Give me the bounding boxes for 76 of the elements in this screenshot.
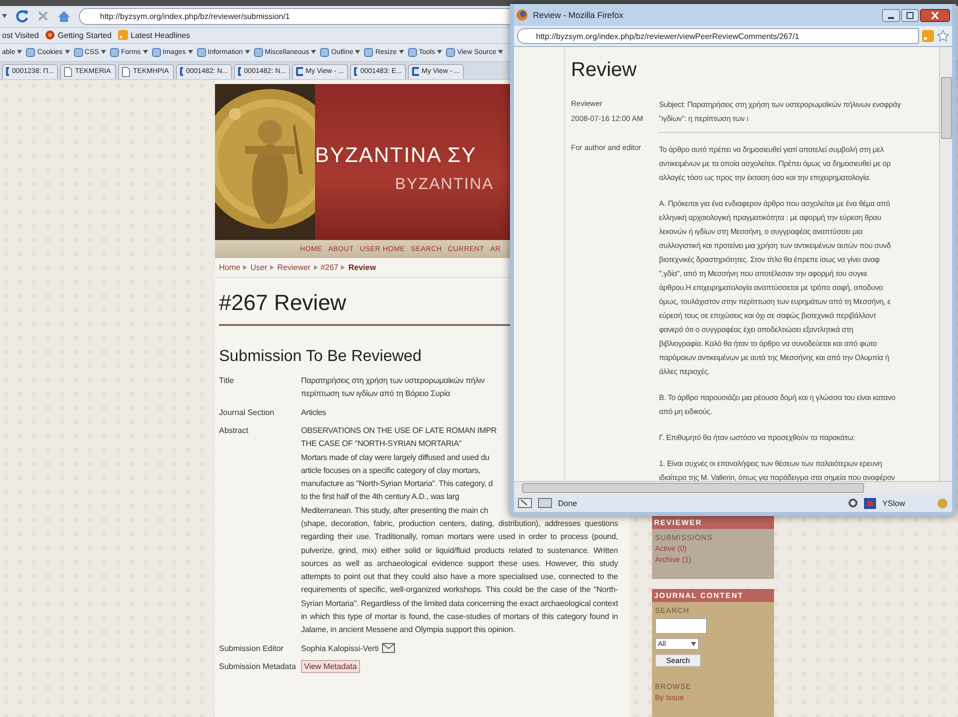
caret-icon bbox=[64, 50, 70, 54]
field-label: Submission Editor bbox=[219, 642, 284, 655]
field-value: Articles bbox=[301, 406, 326, 419]
home-icon[interactable] bbox=[57, 10, 71, 23]
maximize-icon[interactable] bbox=[901, 8, 919, 22]
status-text: Done bbox=[558, 498, 578, 508]
field-value: Mediterranean. This study, after presenting the main ch bbox=[301, 504, 488, 517]
bookmark[interactable]: Latest Headlines bbox=[130, 30, 190, 40]
window-title: Review - Mozilla Firefox bbox=[533, 10, 624, 20]
minimize-icon[interactable] bbox=[882, 8, 900, 22]
feed-icon bbox=[118, 30, 128, 40]
caret-icon bbox=[244, 50, 250, 54]
caret-icon bbox=[2, 14, 7, 18]
page-title: #267 Review bbox=[219, 290, 348, 316]
caret-icon bbox=[498, 50, 504, 54]
breadcrumb-link[interactable]: Reviewer bbox=[277, 263, 311, 272]
page-icon bbox=[122, 66, 130, 77]
abstract-text: (shape, decoration, fabric, production centers, dating, distribution), addresses questions regarding their use. Traditionally, roman mortars were used in order to process (pound, pulverize, grind, mix) either solid or liquid/fluid products related to sustenance. Written sources as well as archaeological evidence support these uses. However, this study attempts to point out that they could also have a more specialised use, connected to the requirements of specific, well-organized workshops. This could be the case of the "North-Syrian Mortaria". Regardless of the limited data concerning the exact archaeological context in which this type of mortar is found, the case-studies of mortars of this category found in Jalame, in ancient Messene and Olympia support this opinion. bbox=[301, 518, 618, 636]
separator-icon bbox=[243, 265, 248, 270]
star-icon[interactable] bbox=[937, 30, 949, 42]
addon-icon[interactable] bbox=[864, 498, 876, 508]
field-value: OBSERVATIONS ON THE USE OF LATE ROMAN IMPR bbox=[301, 424, 497, 437]
caret-icon bbox=[17, 50, 22, 54]
caret-icon bbox=[437, 50, 442, 54]
mail-icon[interactable] bbox=[382, 643, 395, 654]
bookmark[interactable]: Getting Started bbox=[58, 30, 112, 40]
field-value: manufacture as "North-Syrian Mortaria". This category, d bbox=[301, 478, 493, 490]
browser-logo-icon bbox=[516, 9, 528, 21]
panel-icon bbox=[538, 498, 552, 508]
breadcrumb-link[interactable]: Review bbox=[348, 263, 376, 272]
caret-icon bbox=[355, 50, 360, 54]
cursor-icon bbox=[518, 498, 532, 508]
review-title: Review bbox=[571, 59, 638, 82]
site-icon bbox=[238, 67, 241, 76]
banner-subtitle: BYZANTINA bbox=[394, 176, 494, 194]
scrollbar[interactable] bbox=[514, 481, 952, 494]
reload-icon[interactable] bbox=[15, 9, 29, 24]
field-label: Abstract bbox=[219, 424, 250, 437]
caret-icon bbox=[100, 50, 106, 54]
bookmark[interactable]: ost Visited bbox=[2, 30, 39, 40]
page-icon bbox=[64, 66, 72, 77]
site-icon bbox=[180, 67, 183, 76]
scrollbar[interactable] bbox=[939, 47, 952, 481]
addon-label[interactable]: YSlow bbox=[882, 498, 905, 508]
caret-icon bbox=[142, 50, 148, 54]
close-icon[interactable] bbox=[920, 8, 950, 22]
field-value: THE CASE OF "NORTH-SYRIAN MORTARIA" bbox=[301, 438, 462, 450]
field-label: Journal Section bbox=[219, 406, 276, 419]
caret-icon bbox=[188, 50, 193, 54]
field-value: Mortars made of clay were largely diffused and used du bbox=[301, 452, 490, 464]
breadcrumb-link[interactable]: #267 bbox=[320, 263, 338, 272]
site-icon bbox=[6, 67, 9, 76]
field-value: Παρατηρήσεις στη χρήση των υστερορωμαϊκών πήλιν bbox=[301, 375, 485, 388]
section-title: Submission To Be Reviewed bbox=[219, 348, 422, 366]
field-label: Submission Metadata bbox=[219, 660, 297, 673]
separator-icon bbox=[341, 265, 346, 270]
breadcrumb-link[interactable]: User bbox=[250, 263, 268, 272]
field-label: Title bbox=[219, 375, 235, 388]
banner-title: BYZANTINA ΣΥ bbox=[315, 144, 478, 168]
separator-icon bbox=[314, 265, 318, 270]
field-value: article focuses on a specific category of clay mortars, bbox=[301, 464, 480, 477]
breadcrumb-link[interactable]: Home bbox=[219, 263, 240, 272]
caret-icon bbox=[311, 50, 316, 54]
caret-icon bbox=[398, 50, 404, 54]
view-metadata-button[interactable]: View Metadata bbox=[301, 660, 360, 673]
address-field[interactable]: http://byzsym.org/index.php/bz/reviewer/viewPeerReviewComments/267/1 bbox=[517, 28, 919, 44]
site-icon bbox=[296, 67, 303, 76]
site-icon bbox=[354, 67, 358, 76]
globe-icon bbox=[44, 30, 55, 40]
separator-icon bbox=[270, 265, 274, 270]
caret-icon bbox=[691, 642, 696, 646]
field-value: Sophia Kalopissi-Verti bbox=[301, 642, 379, 655]
site-icon bbox=[412, 67, 419, 76]
field-value: περίπτωση των ιγδίων από τη Βόρειο Συρία bbox=[301, 388, 450, 400]
search-field[interactable] bbox=[655, 618, 707, 634]
field-value: to the first half of the 4th century A.D., was larg bbox=[301, 491, 460, 504]
